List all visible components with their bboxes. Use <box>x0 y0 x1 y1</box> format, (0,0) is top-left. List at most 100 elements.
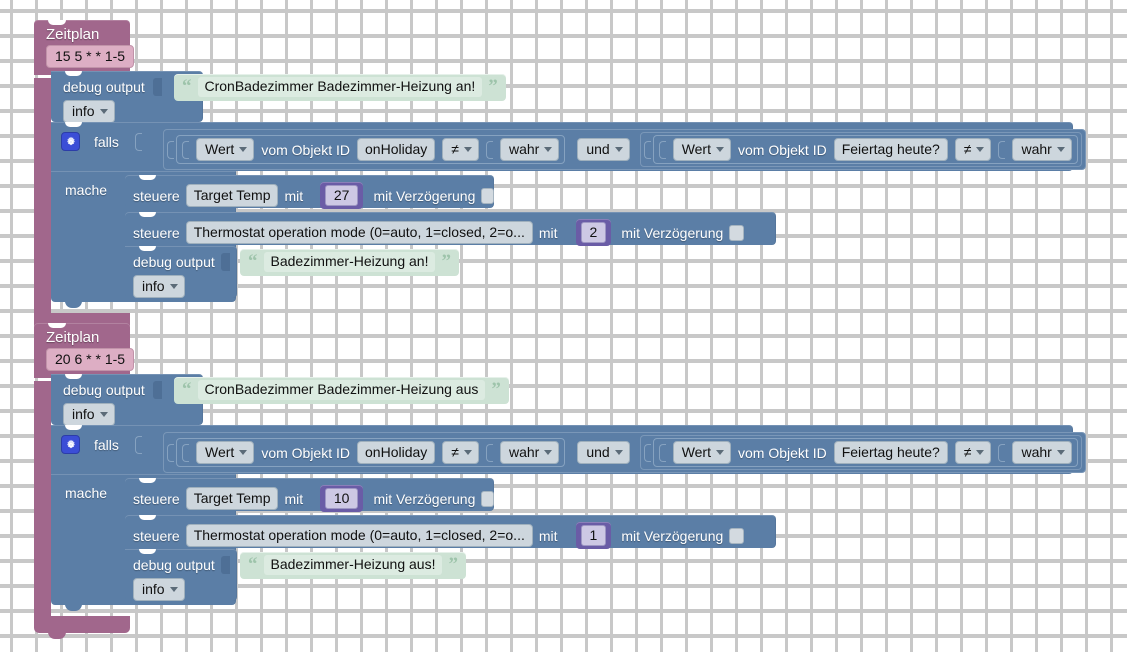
object-id-field[interactable]: Feiertag heute? <box>833 441 948 464</box>
gear-icon[interactable] <box>61 132 80 151</box>
schedule-block-2[interactable]: Zeitplan 20 6 * * 1-5 <box>34 323 135 639</box>
operator-dropdown[interactable]: ≠ <box>954 441 992 464</box>
value-socket[interactable] <box>220 556 230 574</box>
top-notch <box>65 122 82 127</box>
schedule-spine <box>34 381 51 616</box>
quote-open-icon: “ <box>182 379 192 400</box>
boolean-value-dropdown[interactable]: wahr <box>1012 441 1072 464</box>
comparison-block-2b[interactable]: Wert vom Objekt ID Feiertag heute? ≠ wah… <box>652 438 1078 467</box>
schedule-header-2[interactable]: Zeitplan 20 6 * * 1-5 <box>34 323 135 378</box>
delay-checkbox[interactable] <box>481 490 494 507</box>
attribute-dropdown[interactable]: Wert <box>672 441 731 464</box>
number-value[interactable]: 27 <box>324 185 359 206</box>
chevron-down-icon <box>544 449 553 455</box>
schedule-foot <box>34 616 130 639</box>
chevron-down-icon <box>1056 146 1065 152</box>
control-verb: steuere <box>133 187 180 204</box>
blockly-workspace[interactable]: Zeitplan 15 5 * * 1-5 debug output info … <box>0 0 1127 652</box>
operator-dropdown[interactable]: ≠ <box>442 138 479 161</box>
boolean-value-dropdown[interactable]: wahr <box>1012 138 1072 161</box>
if-label: falls <box>94 133 119 150</box>
bottom-bump <box>65 301 82 308</box>
control-target-field[interactable]: Target Temp <box>185 184 279 207</box>
number-block[interactable]: 10 <box>319 485 364 512</box>
control-target-field[interactable]: Thermostat operation mode (0=auto, 1=clo… <box>185 221 533 244</box>
delay-checkbox[interactable] <box>729 224 745 241</box>
cron-field[interactable]: 20 6 * * 1-5 <box>46 348 135 371</box>
number-value[interactable]: 1 <box>580 525 607 546</box>
operator-value: ≠ <box>963 141 972 157</box>
quote-close-icon: ” <box>491 379 501 400</box>
value-socket[interactable] <box>152 381 162 399</box>
string-block-2[interactable]: “ CronBadezimmer Badezimmer-Heizung aus … <box>174 377 509 404</box>
attribute-dropdown[interactable]: Wert <box>196 138 255 161</box>
string-value[interactable]: CronBadezimmer Badezimmer-Heizung aus <box>197 380 486 400</box>
control-target-field[interactable]: Thermostat operation mode (0=auto, 1=clo… <box>185 524 533 547</box>
cron-field[interactable]: 15 5 * * 1-5 <box>46 45 135 68</box>
top-notch <box>139 175 156 180</box>
comparison-block-1a[interactable]: Wert vom Objekt ID onHoliday ≠ wahr <box>176 135 566 164</box>
string-value[interactable]: CronBadezimmer Badezimmer-Heizung an! <box>197 77 483 97</box>
string-block-1[interactable]: “ CronBadezimmer Badezimmer-Heizung an! … <box>174 74 506 101</box>
attribute-dropdown[interactable]: Wert <box>196 441 255 464</box>
chevron-down-icon <box>716 146 724 152</box>
object-id-field[interactable]: Feiertag heute? <box>833 138 948 161</box>
with-label: mit <box>284 490 304 507</box>
control-block-1b[interactable]: steuere Thermostat operation mode (0=aut… <box>125 212 776 246</box>
boolean-socket[interactable] <box>134 132 142 151</box>
severity-dropdown[interactable]: info <box>133 275 185 298</box>
with-label: mit <box>284 187 304 204</box>
number-block[interactable]: 2 <box>575 219 612 246</box>
comparison-block-1b[interactable]: Wert vom Objekt ID Feiertag heute? ≠ wah… <box>652 135 1078 164</box>
control-verb: steuere <box>133 527 180 544</box>
severity-dropdown-1[interactable]: info <box>63 100 115 123</box>
boolean-value: wahr <box>1021 444 1052 460</box>
operator-dropdown[interactable]: ≠ <box>442 441 479 464</box>
logic-operator-dropdown-2[interactable]: und <box>577 441 630 464</box>
top-notch <box>48 20 66 25</box>
object-id-field[interactable]: onHoliday <box>357 138 436 161</box>
gear-icon[interactable] <box>61 435 80 454</box>
number-block[interactable]: 1 <box>575 522 612 549</box>
inner-string-block-2[interactable]: “ Badezimmer-Heizung aus! ” <box>240 552 466 579</box>
if-label: falls <box>94 436 119 453</box>
delay-checkbox[interactable] <box>481 187 494 204</box>
severity-dropdown-2[interactable]: info <box>63 403 115 426</box>
schedule-block-1[interactable]: Zeitplan 15 5 * * 1-5 <box>34 20 135 336</box>
bottom-bump <box>65 604 82 611</box>
comparison-block-2a[interactable]: Wert vom Objekt ID onHoliday ≠ wahr <box>176 438 566 467</box>
inner-string-block-1[interactable]: “ Badezimmer-Heizung an! ” <box>240 249 459 276</box>
logic-operator-dropdown-1[interactable]: und <box>577 138 630 161</box>
logic-and-group-2[interactable]: Wert vom Objekt ID onHoliday ≠ wahr und <box>163 432 1086 473</box>
string-value[interactable]: Badezimmer-Heizung an! <box>263 252 436 272</box>
top-notch <box>48 323 66 328</box>
control-target-field[interactable]: Target Temp <box>185 487 279 510</box>
inner-debug-output-block-1[interactable]: debug output info <box>125 246 237 298</box>
delay-label: mit Verzögerung <box>373 187 476 204</box>
socket <box>182 140 189 159</box>
object-id-field[interactable]: onHoliday <box>357 441 436 464</box>
number-block[interactable]: 27 <box>319 182 364 209</box>
control-block-2b[interactable]: steuere Thermostat operation mode (0=aut… <box>125 515 776 549</box>
control-block-1a[interactable]: steuere Target Temp mit 27 mit Verzögeru… <box>125 175 494 209</box>
quote-close-icon: ” <box>448 554 458 575</box>
attribute-dropdown[interactable]: Wert <box>672 138 731 161</box>
delay-checkbox[interactable] <box>729 527 745 544</box>
number-value[interactable]: 10 <box>324 488 359 509</box>
severity-dropdown[interactable]: info <box>133 578 185 601</box>
boolean-socket[interactable] <box>134 435 142 454</box>
number-value[interactable]: 2 <box>580 222 607 243</box>
logic-and-group-1[interactable]: Wert vom Objekt ID onHoliday ≠ wahr und <box>163 129 1086 170</box>
boolean-value-dropdown[interactable]: wahr <box>499 441 560 464</box>
socket <box>643 140 651 159</box>
value-socket[interactable] <box>152 78 162 96</box>
boolean-value-dropdown[interactable]: wahr <box>499 138 560 161</box>
inner-debug-output-block-2[interactable]: debug output info <box>125 549 237 601</box>
operator-dropdown[interactable]: ≠ <box>954 138 992 161</box>
string-value[interactable]: Badezimmer-Heizung aus! <box>263 555 443 575</box>
value-socket[interactable] <box>220 253 230 271</box>
operator-value: ≠ <box>451 141 459 157</box>
control-block-2a[interactable]: steuere Target Temp mit 10 mit Verzögeru… <box>125 478 494 512</box>
object-id-prefix: vom Objekt ID <box>738 141 827 158</box>
schedule-header-1[interactable]: Zeitplan 15 5 * * 1-5 <box>34 20 135 75</box>
